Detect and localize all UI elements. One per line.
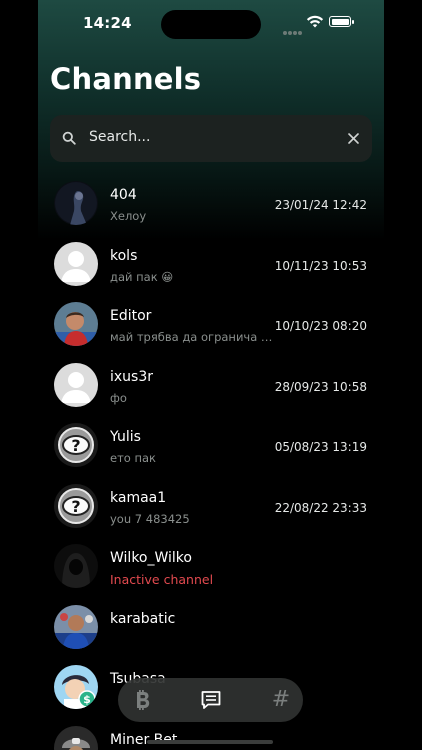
question-avatar-icon: ?	[54, 483, 98, 528]
tab-channels[interactable]: #	[269, 688, 293, 712]
tab-chats[interactable]	[199, 688, 223, 712]
screen-bezel-left	[0, 0, 38, 750]
svg-text:$: $	[83, 693, 91, 706]
avatar	[54, 302, 98, 346]
channel-date: 05/08/23 13:19	[274, 440, 367, 454]
channel-row[interactable]: karabatic	[50, 596, 372, 657]
cellular-signal-icon	[283, 20, 303, 35]
last-message: Хелоу	[110, 209, 147, 223]
channel-date: 28/09/23 10:58	[274, 379, 367, 394]
channel-row[interactable]: 404 Хелоу 23/01/24 12:42	[50, 172, 372, 233]
channel-name: Yulis	[110, 429, 141, 445]
home-indicator	[147, 740, 273, 744]
wifi-icon	[306, 15, 324, 28]
avatar	[54, 181, 98, 225]
miner-avatar-icon	[54, 725, 98, 750]
default-avatar-icon	[54, 362, 98, 407]
bottom-tab-bar: #	[118, 678, 303, 722]
channel-name: Editor	[110, 308, 152, 324]
question-avatar-icon: ?	[54, 423, 98, 467]
channel-name: 404	[110, 187, 137, 203]
page-title: Channels	[50, 62, 202, 96]
channel-name: kols	[110, 247, 138, 264]
channel-date: 22/08/22 23:33	[274, 500, 367, 515]
channel-date: 10/10/23 08:20	[274, 319, 367, 333]
hooded-avatar-icon	[54, 544, 98, 588]
search-icon	[62, 131, 76, 145]
channel-name: kamaa1	[110, 489, 167, 506]
hashtag-icon: #	[271, 687, 291, 712]
dynamic-island	[161, 10, 261, 39]
last-message: you 7 483425	[110, 511, 190, 526]
chat-icon	[201, 691, 221, 709]
svg-text:?: ?	[71, 497, 80, 516]
channel-row[interactable]: ? Yulis ето пак 05/08/23 13:19	[50, 414, 372, 475]
avatar	[54, 604, 98, 649]
search-input[interactable]: Search...	[89, 129, 150, 145]
last-message: май трябва да огранича вис...	[110, 330, 278, 344]
channel-row[interactable]: Editor май трябва да огранича вис... 10/…	[50, 293, 372, 354]
channel-row[interactable]: ixus3r фо 28/09/23 10:58	[50, 354, 372, 415]
channel-name: Wilko_Wilko	[110, 550, 192, 566]
tab-wallet[interactable]	[130, 688, 154, 712]
channel-row[interactable]: kols дай пак 😀 10/11/23 10:53	[50, 233, 372, 294]
bitcoin-icon	[137, 690, 150, 710]
search-bar[interactable]: Search...	[50, 115, 372, 162]
status-time: 14:24	[83, 14, 132, 32]
avatar: $	[54, 665, 98, 709]
channel-name: karabatic	[110, 610, 176, 627]
inactive-channel-label: Inactive channel	[110, 572, 214, 587]
channel-date: 10/11/23 10:53	[274, 258, 367, 273]
default-avatar-icon	[54, 241, 98, 286]
channel-row[interactable]: Wilko_Wilko Inactive channel	[50, 535, 372, 596]
last-message: дай пак 😀	[110, 269, 174, 284]
battery-icon	[329, 16, 354, 27]
svg-text:?: ?	[71, 436, 80, 455]
clear-search-icon[interactable]	[347, 132, 360, 145]
channel-row[interactable]: ? kamaa1 you 7 483425 22/08/22 23:33	[50, 475, 372, 536]
channels-screen: 14:24 Channels Search... 404 Хелоу 23/01…	[0, 0, 422, 750]
last-message: ето пак	[110, 451, 156, 465]
status-bar: 14:24	[38, 0, 384, 46]
last-message: фо	[110, 390, 127, 405]
channel-list: 404 Хелоу 23/01/24 12:42 kols дай пак 😀 …	[50, 172, 372, 750]
screen-bezel-right	[384, 0, 422, 750]
channel-name: ixus3r	[110, 368, 154, 385]
channel-date: 23/01/24 12:42	[274, 198, 367, 212]
